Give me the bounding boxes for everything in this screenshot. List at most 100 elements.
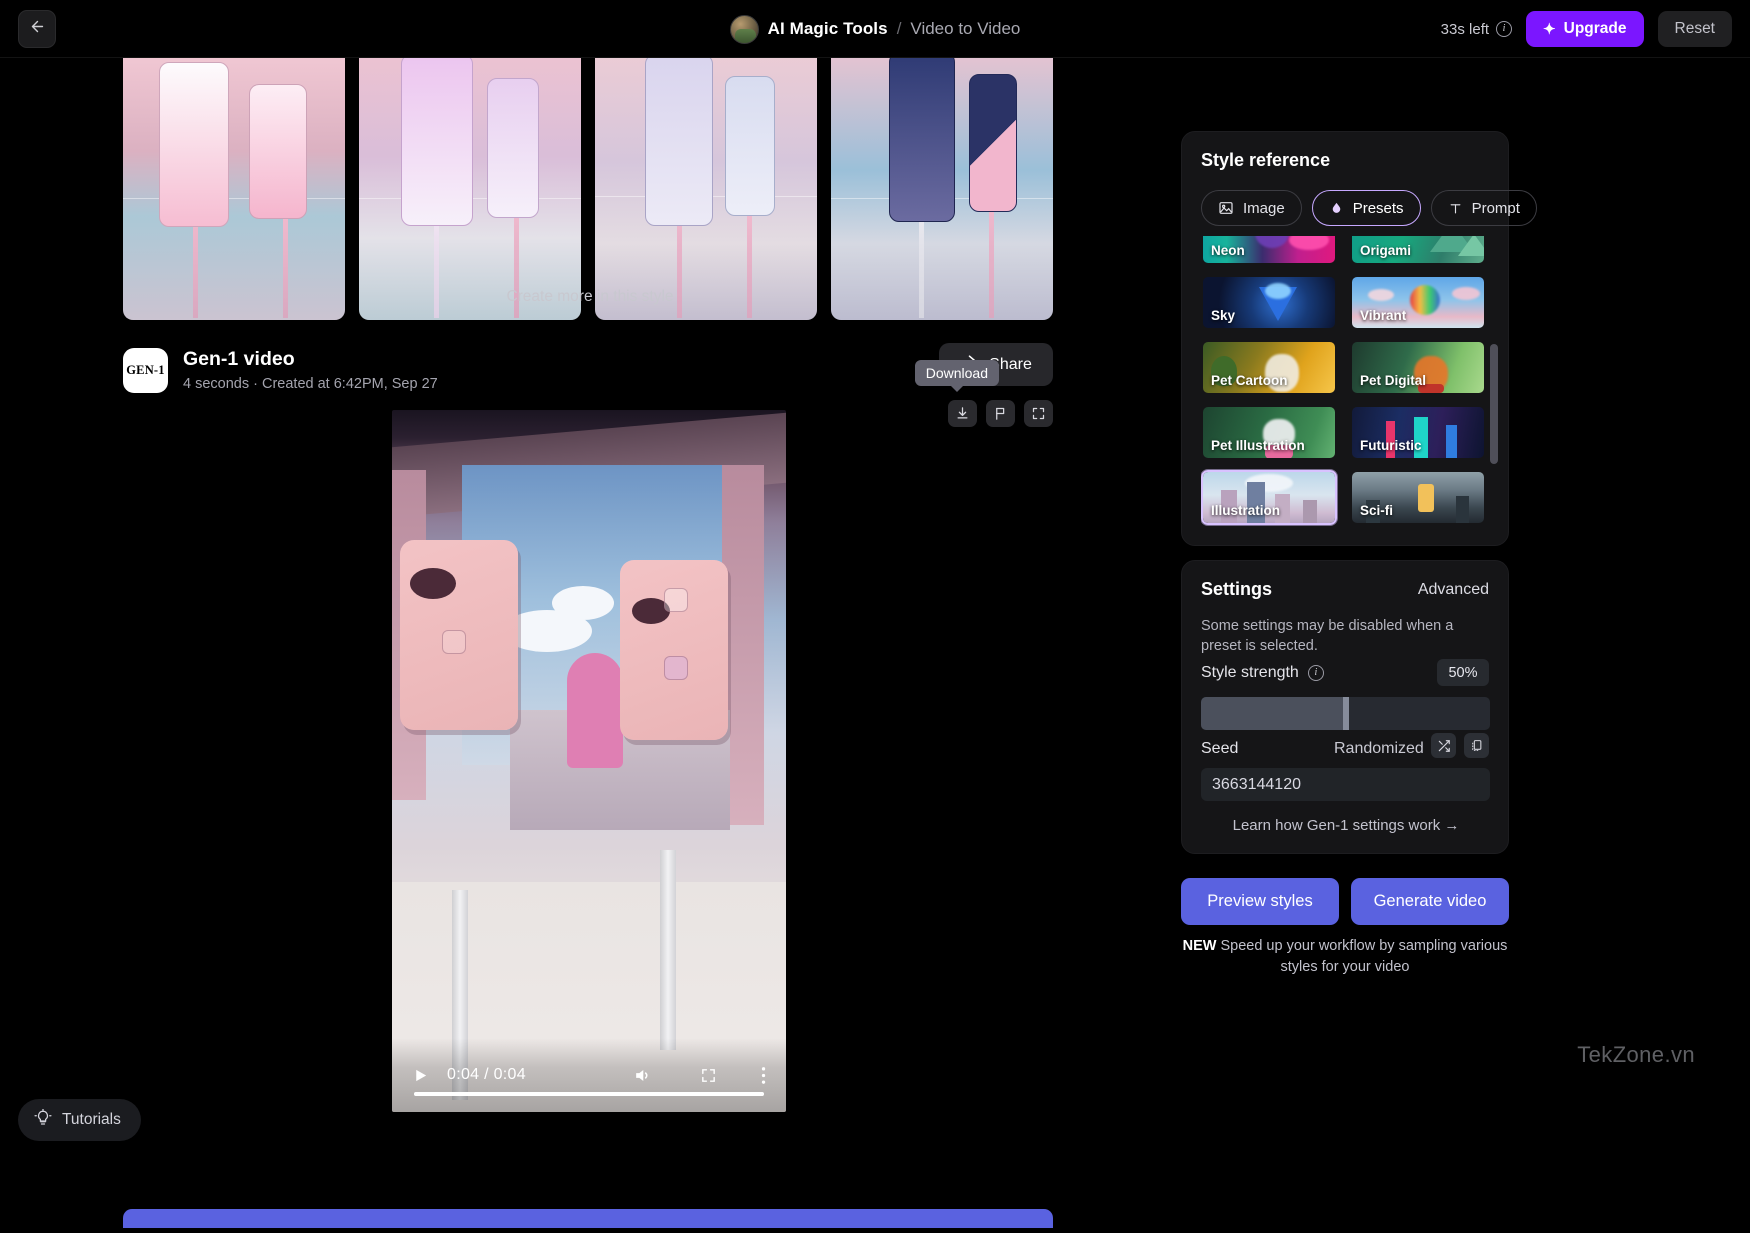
shuffle-icon[interactable]	[1431, 733, 1456, 758]
style-thumbnail-2[interactable]	[359, 58, 581, 320]
result-meta: Gen-1 video 4 seconds · Created at 6:42P…	[183, 348, 438, 392]
seed-buttons	[1431, 733, 1489, 758]
preset-illustration[interactable]: Illustration	[1201, 470, 1337, 525]
seed-input[interactable]	[1201, 768, 1490, 801]
image-icon	[1218, 200, 1234, 216]
preset-label: Illustration	[1211, 503, 1280, 518]
preset-scifi[interactable]: Sci-fi	[1350, 470, 1486, 525]
credits-indicator: 33s left i	[1441, 21, 1512, 38]
breadcrumb-subtitle: Video to Video	[910, 19, 1020, 39]
volume-icon[interactable]	[633, 1066, 652, 1085]
preset-label: Origami	[1360, 243, 1411, 258]
more-vertical-icon[interactable]	[761, 1066, 766, 1085]
video-progress-bar[interactable]	[414, 1092, 764, 1096]
info-icon[interactable]: i	[1308, 665, 1324, 681]
seed-mode-label: Randomized	[1334, 740, 1424, 758]
style-strength-row: Style strength i	[1201, 664, 1324, 682]
preset-futuristic[interactable]: Futuristic	[1350, 405, 1486, 460]
lightbulb-icon	[34, 1109, 52, 1132]
bottom-strip	[0, 1228, 1750, 1233]
droplet-icon	[1329, 201, 1344, 216]
video-progress-fill	[414, 1092, 764, 1096]
settings-title: Settings	[1201, 579, 1272, 600]
app-root: AI Magic Tools / Video to Video 33s left…	[0, 0, 1750, 1233]
video-scene-pole	[660, 850, 676, 1050]
settings-note: Some settings may be disabled when a pre…	[1201, 616, 1489, 656]
style-strength-slider-fill	[1201, 697, 1346, 730]
info-icon[interactable]: i	[1496, 21, 1512, 37]
reset-label: Reset	[1675, 20, 1716, 37]
style-strength-slider[interactable]	[1201, 697, 1490, 730]
new-feature-note: NEW Speed up your workflow by sampling v…	[1181, 936, 1509, 977]
download-icon[interactable]	[948, 400, 977, 427]
advanced-link[interactable]: Advanced	[1418, 581, 1489, 599]
preset-label: Neon	[1211, 243, 1245, 258]
video-scene-cloud	[552, 586, 614, 620]
download-tooltip: Download	[915, 360, 999, 386]
gen1-logo: GEN-1	[123, 348, 168, 393]
style-thumbnail-4[interactable]	[831, 58, 1053, 320]
preset-label: Vibrant	[1360, 308, 1406, 323]
preset-label: Futuristic	[1360, 438, 1422, 453]
upgrade-button[interactable]: ✦ Upgrade	[1526, 11, 1643, 47]
credits-label: 33s left	[1441, 21, 1489, 38]
preset-scrollbar-track[interactable]	[1495, 236, 1503, 528]
avatar	[730, 15, 759, 44]
text-t-icon	[1448, 201, 1463, 216]
preset-pet-illustration[interactable]: Pet Illustration	[1201, 405, 1337, 460]
new-note-text: Speed up your workflow by sampling vario…	[1216, 938, 1507, 975]
tab-presets-label: Presets	[1353, 200, 1404, 217]
tab-image[interactable]: Image	[1201, 190, 1302, 226]
style-strength-slider-handle[interactable]	[1343, 697, 1349, 730]
tab-prompt[interactable]: Prompt	[1431, 190, 1537, 226]
result-title: Gen-1 video	[183, 348, 438, 371]
preset-origami[interactable]: Origami	[1350, 236, 1486, 265]
watermark: TekZone.vn	[1577, 1042, 1695, 1068]
preset-label: Pet Illustration	[1211, 438, 1305, 453]
style-reference-card: Style reference Image Presets	[1181, 131, 1509, 546]
seed-label: Seed	[1201, 740, 1238, 758]
action-buttons: Preview styles Generate video	[1181, 878, 1509, 925]
copy-icon[interactable]	[1464, 733, 1489, 758]
preview-styles-button[interactable]: Preview styles	[1181, 878, 1339, 925]
main-content: Create more in this style GEN-1 Gen-1 vi…	[0, 58, 1180, 1233]
learn-settings-link[interactable]: Learn how Gen-1 settings work →	[1182, 817, 1510, 834]
video-scene-person	[567, 653, 623, 768]
tab-prompt-label: Prompt	[1472, 200, 1520, 217]
play-icon[interactable]	[412, 1067, 429, 1084]
expand-icon[interactable]	[1024, 400, 1053, 427]
preset-list[interactable]: Neon Origami Sky	[1201, 236, 1491, 528]
preset-pet-cartoon[interactable]: Pet Cartoon	[1201, 340, 1337, 395]
preset-scrollbar-thumb[interactable]	[1490, 344, 1498, 464]
upgrade-label: Upgrade	[1564, 20, 1627, 38]
generate-video-button[interactable]: Generate video	[1351, 878, 1509, 925]
style-strength-value: 50%	[1437, 659, 1489, 686]
tab-presets[interactable]: Presets	[1312, 190, 1421, 226]
video-player[interactable]: 0:04 / 0:04	[392, 410, 786, 1112]
preset-vibrant[interactable]: Vibrant	[1350, 275, 1486, 330]
preset-label: Sci-fi	[1360, 503, 1393, 518]
tutorials-label: Tutorials	[62, 1111, 121, 1129]
sparkle-icon: ✦	[1543, 20, 1556, 38]
preset-neon[interactable]: Neon	[1201, 236, 1337, 265]
result-card: GEN-1 Gen-1 video 4 seconds · Created at…	[123, 348, 1053, 406]
breadcrumb-separator: /	[897, 19, 902, 39]
reset-button[interactable]: Reset	[1658, 11, 1733, 47]
result-header: GEN-1 Gen-1 video 4 seconds · Created at…	[123, 348, 1053, 406]
breadcrumb-title[interactable]: AI Magic Tools	[768, 19, 888, 39]
create-more-link[interactable]: Create more in this style	[0, 288, 1180, 306]
top-bar: AI Magic Tools / Video to Video 33s left…	[0, 0, 1750, 58]
video-scene-sign	[400, 540, 518, 730]
preset-label: Sky	[1211, 308, 1235, 323]
preset-sky[interactable]: Sky	[1201, 275, 1337, 330]
result-action-icons	[948, 400, 1053, 427]
flag-icon[interactable]	[986, 400, 1015, 427]
style-reference-tabs: Image Presets Prompt	[1201, 190, 1537, 226]
right-panel: Style reference Image Presets	[1180, 58, 1750, 1233]
style-strength-label: Style strength	[1201, 664, 1299, 682]
fullscreen-icon[interactable]	[700, 1067, 717, 1084]
style-thumbnail-1[interactable]	[123, 58, 345, 320]
style-thumbnail-3[interactable]	[595, 58, 817, 320]
preset-pet-digital[interactable]: Pet Digital	[1350, 340, 1486, 395]
tutorials-button[interactable]: Tutorials	[18, 1099, 141, 1141]
